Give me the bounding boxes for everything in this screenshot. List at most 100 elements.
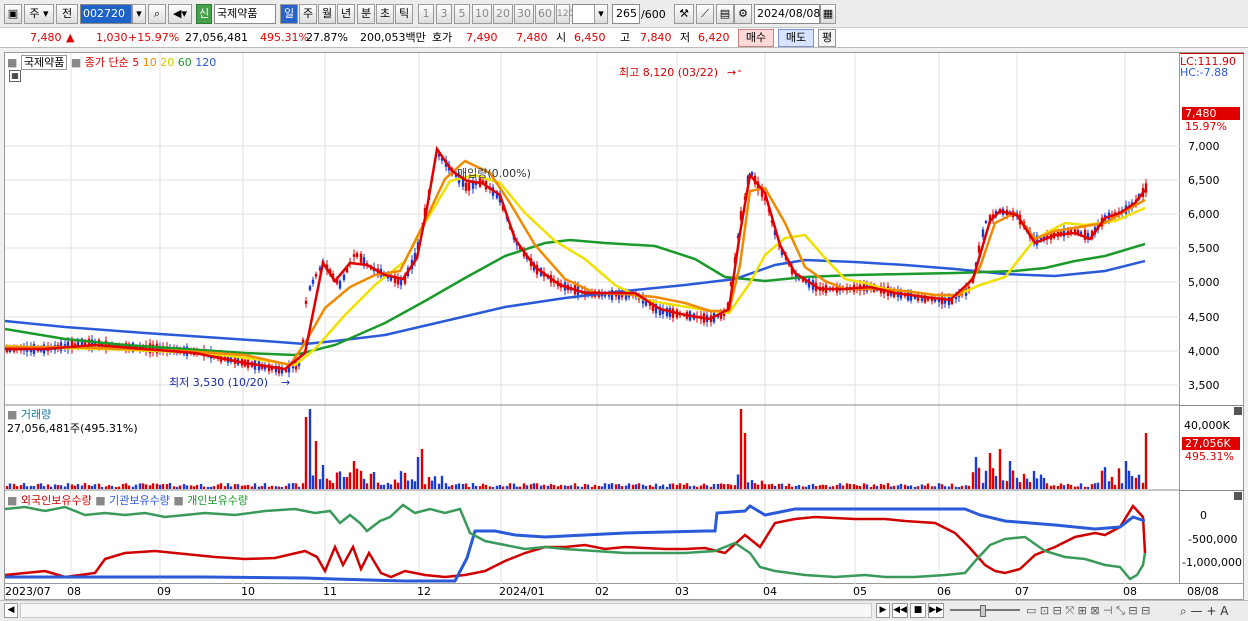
- interval-10-button[interactable]: 10: [472, 4, 492, 24]
- period-year-button[interactable]: 년: [337, 4, 355, 24]
- calendar-icon[interactable]: ▦: [820, 4, 836, 24]
- volume-bar: [583, 483, 587, 489]
- save-icon[interactable]: ▤: [716, 4, 734, 24]
- ma10-legend[interactable]: 10: [143, 56, 157, 69]
- table-icon[interactable]: ▦: [9, 70, 21, 82]
- interval-3-button[interactable]: 3: [436, 4, 452, 24]
- prev-button[interactable]: 전: [56, 4, 78, 24]
- volume-bar: [797, 484, 801, 489]
- draw-line-icon[interactable]: ⟋: [696, 4, 714, 24]
- code-input[interactable]: 002720: [80, 4, 132, 24]
- market-select[interactable]: 주 ▾: [24, 4, 54, 24]
- volume-bar: [393, 479, 397, 489]
- speaker-icon[interactable]: ◀▾: [168, 4, 192, 24]
- x-axis: 2023/07 08 09 10 11 12 2024/01 02 03 04 …: [4, 584, 1244, 600]
- horizontal-scrollbar[interactable]: [20, 603, 872, 618]
- xtick-08b: 08: [1123, 585, 1137, 598]
- volume-bar: [321, 465, 325, 489]
- stock-name-field[interactable]: 국제약품: [214, 4, 276, 24]
- scroll-right-icon[interactable]: ▶: [876, 603, 890, 618]
- sell-button[interactable]: 매도: [778, 29, 814, 47]
- period-second-button[interactable]: 초: [376, 4, 394, 24]
- rewind-icon[interactable]: ◀◀: [892, 603, 908, 618]
- volume-bar: [325, 478, 329, 489]
- volume-bar: [498, 484, 502, 489]
- volume-bar: [1103, 467, 1107, 489]
- tools-icon[interactable]: ⚒: [674, 4, 694, 24]
- volume-bar: [569, 485, 573, 489]
- volume-bar: [461, 483, 465, 489]
- eval-button[interactable]: 평: [818, 29, 836, 47]
- volume-bar: [923, 485, 927, 489]
- interval-1-button[interactable]: 1: [418, 4, 434, 24]
- candle-body: [291, 366, 295, 369]
- volume-bar: [831, 486, 835, 489]
- volume-bar: [712, 483, 716, 489]
- ma-legend-title[interactable]: 종가 단순: [85, 56, 129, 69]
- search-icon[interactable]: ⌕: [148, 4, 166, 24]
- volume-bar: [263, 483, 267, 489]
- individual-holding-line: [5, 503, 1147, 581]
- volume-ytick: 40,000K: [1184, 419, 1230, 432]
- stock-title[interactable]: 국제약품: [20, 55, 68, 70]
- volume-bar: [46, 484, 50, 489]
- date-input[interactable]: 2024/08/08: [754, 4, 820, 24]
- chart-area[interactable]: 최고 8,120 (03/22) → 최저 3,530 (10/20) → 매입…: [4, 52, 1181, 585]
- volume-bar: [998, 449, 1002, 489]
- interval-dropdown-icon[interactable]: ▾: [594, 4, 608, 24]
- volume-bar: [233, 484, 237, 489]
- holding-legend: ■ 외국인보유수량 ■ 기관보유수량 ■ 개인보유수량: [7, 492, 248, 508]
- interval-120-button[interactable]: 120: [556, 4, 574, 24]
- xtick-10: 10: [241, 585, 255, 598]
- new-badge: 신: [196, 4, 212, 24]
- interval-30-button[interactable]: 30: [514, 4, 534, 24]
- zoom-slider-handle[interactable]: [980, 605, 986, 617]
- ma5-legend[interactable]: 5: [132, 56, 139, 69]
- institution-legend[interactable]: 기관보유수량: [109, 494, 170, 507]
- count-input[interactable]: 265: [612, 4, 640, 24]
- interval-60-button[interactable]: 60: [535, 4, 555, 24]
- ma60-legend[interactable]: 60: [178, 56, 192, 69]
- interval-20-button[interactable]: 20: [493, 4, 513, 24]
- volume-bar: [777, 483, 781, 489]
- volume-bar: [80, 485, 84, 489]
- volume-bar: [369, 473, 373, 489]
- fast-forward-icon[interactable]: ▶▶: [928, 603, 944, 618]
- gear-icon[interactable]: ⚙: [734, 4, 752, 24]
- period-month-button[interactable]: 월: [318, 4, 336, 24]
- period-tick-button[interactable]: 틱: [395, 4, 413, 24]
- code-dropdown-icon[interactable]: ▾: [132, 4, 146, 24]
- period-week-button[interactable]: 주: [299, 4, 317, 24]
- layout-icon[interactable]: ▣: [4, 4, 22, 24]
- foreign-legend[interactable]: 외국인보유수량: [21, 494, 92, 507]
- market-label: 주: [29, 7, 40, 20]
- volume-bar: [821, 484, 825, 489]
- xtick-05: 05: [853, 585, 867, 598]
- volume-bar: [1062, 485, 1066, 489]
- stop-icon[interactable]: ■: [910, 603, 926, 618]
- buy-button[interactable]: 매수: [738, 29, 774, 47]
- ma20-legend[interactable]: 20: [160, 56, 174, 69]
- view-tools-icon[interactable]: ▭ ⊡ ⊟ ⤧ ⊞ ⊠ ⊣ ⤡ ⊟ ⊟: [1026, 604, 1150, 618]
- volume-close-icon[interactable]: [1234, 407, 1242, 415]
- xtick-09: 09: [157, 585, 171, 598]
- volume-bar: [818, 485, 822, 489]
- volume-bar: [175, 486, 179, 489]
- interval-5-button[interactable]: 5: [454, 4, 470, 24]
- volume-bar: [654, 483, 658, 489]
- zoom-icons[interactable]: ⌕ — + A: [1180, 604, 1228, 619]
- period-day-button[interactable]: 일: [280, 4, 298, 24]
- volume-bar: [685, 483, 689, 489]
- period-minute-button[interactable]: 분: [357, 4, 375, 24]
- volume-bar: [695, 486, 699, 489]
- legend-bullet-icon: ■: [70, 56, 82, 69]
- volume-bar: [960, 485, 964, 489]
- scroll-left-icon[interactable]: ◀: [4, 603, 18, 618]
- xtick-06: 06: [937, 585, 951, 598]
- holding-close-icon[interactable]: [1234, 492, 1242, 500]
- volume-bar: [301, 483, 305, 489]
- volume-bar: [1096, 482, 1100, 489]
- individual-legend[interactable]: 개인보유수량: [187, 494, 248, 507]
- volume-bar: [913, 486, 917, 489]
- ma120-legend[interactable]: 120: [195, 56, 216, 69]
